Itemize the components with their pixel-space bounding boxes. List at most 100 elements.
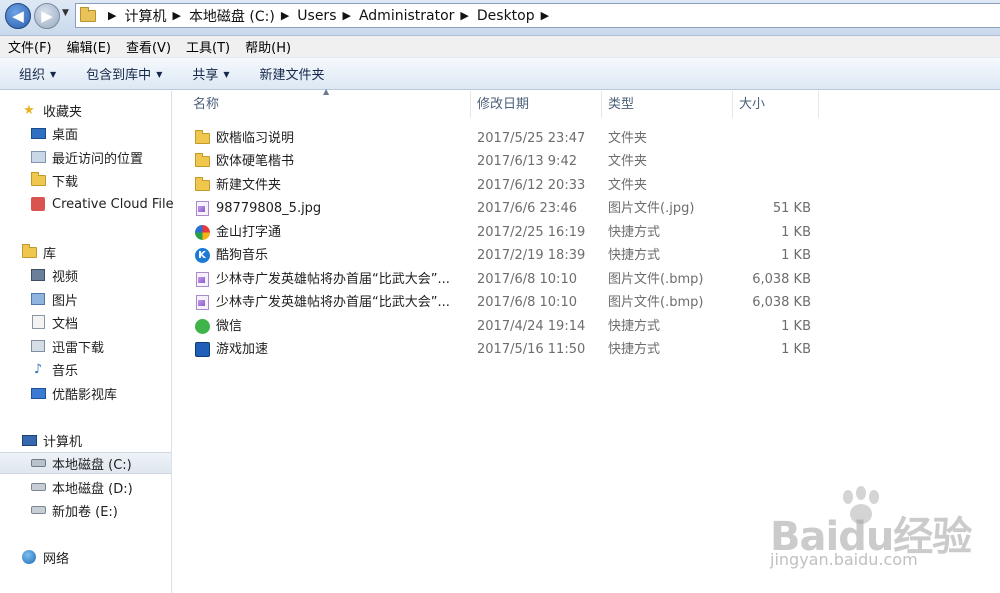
nav-item-thunder-downloads[interactable]: 迅雷下载 (0, 335, 171, 357)
nav-item-downloads[interactable]: 下载 (0, 169, 171, 191)
file-date: 2017/2/25 16:19 (477, 225, 586, 240)
file-size: 51 KB (772, 201, 811, 216)
file-row[interactable]: 金山打字通 2017/2/25 16:19 快捷方式 1 KB (186, 221, 826, 244)
computer-icon (21, 432, 37, 448)
nav-libraries[interactable]: 库 (0, 241, 171, 263)
forward-button[interactable]: ▶ (34, 3, 60, 29)
nav-item-videos[interactable]: 视频 (0, 264, 171, 286)
file-size: 6,038 KB (752, 272, 811, 287)
breadcrumb-separator[interactable]: ▶ (460, 9, 468, 22)
folder-icon (80, 6, 96, 22)
share-label: 共享 (192, 68, 219, 83)
file-row[interactable]: 少林寺广发英雄帖将办首届“比武大会”... 2017/6/8 10:10 图片文… (186, 268, 826, 291)
recent-pages-dropdown[interactable]: ▼ (62, 8, 69, 18)
share-button[interactable]: 共享 ▼ (183, 64, 238, 83)
drive-icon (30, 455, 46, 471)
breadcrumb-users[interactable]: Users (297, 8, 336, 24)
file-name: 微信 (216, 319, 243, 334)
column-size[interactable]: 大小 (733, 91, 819, 118)
nav-item-label: 图片 (52, 293, 79, 309)
breadcrumb-separator[interactable]: ▶ (343, 9, 351, 22)
file-size: 1 KB (781, 248, 811, 263)
breadcrumb[interactable]: ▶ 计算机 ▶ 本地磁盘 (C:) ▶ Users ▶ Administrato… (75, 3, 1000, 28)
nav-item-label: 视频 (52, 269, 79, 285)
recent-places-icon (30, 149, 46, 165)
file-date: 2017/2/19 18:39 (477, 248, 586, 263)
column-name[interactable]: 名称 (187, 91, 471, 118)
wechat-icon (194, 319, 210, 335)
youku-library-icon (30, 385, 46, 401)
column-type[interactable]: 类型 (602, 91, 733, 118)
include-in-library-button[interactable]: 包含到库中 ▼ (77, 64, 171, 83)
file-type: 图片文件(.bmp) (608, 272, 704, 287)
file-name: 金山打字通 (216, 225, 282, 240)
nav-item-youku-library[interactable]: 优酷影视库 (0, 382, 171, 404)
nav-item-label: Creative Cloud Files (52, 196, 181, 212)
nav-item-drive-e[interactable]: 新加卷 (E:) (0, 499, 171, 521)
game-accelerator-icon (194, 342, 210, 358)
column-date-modified[interactable]: 修改日期 (471, 91, 602, 118)
folder-icon (194, 177, 210, 194)
file-row[interactable]: K 酷狗音乐 2017/2/19 18:39 快捷方式 1 KB (186, 244, 826, 267)
menu-file[interactable]: 文件(F) (0, 37, 59, 56)
nav-item-label: 下载 (52, 174, 79, 190)
breadcrumb-separator[interactable]: ▶ (108, 9, 116, 22)
nav-item-label: 桌面 (52, 127, 79, 143)
file-row[interactable]: 新建文件夹 2017/6/12 20:33 文件夹 (186, 174, 826, 197)
nav-item-desktop[interactable]: 桌面 (0, 122, 171, 144)
network-icon (21, 549, 37, 565)
breadcrumb-separator[interactable]: ▶ (541, 9, 549, 22)
nav-item-label: 音乐 (52, 363, 79, 379)
nav-item-label: 迅雷下载 (52, 340, 105, 356)
nav-libraries-label: 库 (43, 246, 57, 262)
breadcrumb-desktop[interactable]: Desktop (477, 8, 535, 24)
nav-favorites[interactable]: ★ 收藏夹 (0, 99, 171, 121)
breadcrumb-separator[interactable]: ▶ (281, 9, 289, 22)
nav-item-label: 新加卷 (E:) (52, 504, 118, 520)
nav-item-documents[interactable]: 文档 (0, 311, 171, 333)
baidu-jingyan-watermark: Baidu经验 jingyan.baidu.com (760, 482, 990, 582)
file-date: 2017/4/24 19:14 (477, 319, 586, 334)
file-row[interactable]: 欧体硬笔楷书 2017/6/13 9:42 文件夹 (186, 150, 826, 173)
downloads-folder-icon (30, 171, 46, 188)
nav-item-drive-d[interactable]: 本地磁盘 (D:) (0, 476, 171, 498)
nav-item-music[interactable]: ♪ 音乐 (0, 358, 171, 380)
new-folder-button[interactable]: 新建文件夹 (251, 64, 334, 83)
chevron-down-icon: ▼ (223, 70, 230, 79)
menu-view[interactable]: 查看(V) (118, 37, 178, 56)
menu-help[interactable]: 帮助(H) (237, 37, 298, 56)
back-button[interactable]: ◀ (5, 3, 31, 29)
kugou-music-icon: K (194, 248, 210, 264)
file-type: 快捷方式 (608, 342, 661, 357)
menu-edit[interactable]: 编辑(E) (59, 37, 118, 56)
nav-item-label: 本地磁盘 (C:) (52, 457, 132, 473)
file-row[interactable]: 欧楷临习说明 2017/5/25 23:47 文件夹 (186, 127, 826, 150)
file-size (736, 150, 811, 173)
file-row[interactable]: 少林寺广发英雄帖将办首届“比武大会”... 2017/6/8 10:10 图片文… (186, 291, 826, 314)
file-row[interactable]: 98779808_5.jpg 2017/6/6 23:46 图片文件(.jpg)… (186, 197, 826, 220)
nav-item-pictures[interactable]: 图片 (0, 288, 171, 310)
breadcrumb-administrator[interactable]: Administrator (359, 8, 454, 24)
file-type: 快捷方式 (608, 225, 661, 240)
file-row[interactable]: 微信 2017/4/24 19:14 快捷方式 1 KB (186, 315, 826, 338)
music-icon: ♪ (33, 361, 43, 377)
drive-icon (30, 502, 46, 518)
breadcrumb-drive-c[interactable]: 本地磁盘 (C:) (189, 6, 275, 26)
nav-item-drive-c[interactable]: 本地磁盘 (C:) (0, 452, 171, 474)
nav-favorites-label: 收藏夹 (43, 104, 83, 120)
nav-network[interactable]: 网络 (0, 546, 171, 568)
nav-item-creative-cloud[interactable]: Creative Cloud Files (0, 193, 180, 215)
menu-tools[interactable]: 工具(T) (178, 37, 237, 56)
breadcrumb-computer[interactable]: 计算机 (124, 6, 166, 26)
nav-item-recent-places[interactable]: 最近访问的位置 (0, 146, 171, 168)
file-date: 2017/6/12 20:33 (477, 178, 586, 193)
creative-cloud-icon (30, 196, 46, 212)
chevron-down-icon: ▼ (50, 70, 57, 79)
breadcrumb-separator[interactable]: ▶ (172, 9, 180, 22)
watermark-url: jingyan.baidu.com (770, 550, 918, 569)
pictures-icon (30, 291, 46, 307)
file-row[interactable]: 游戏加速 2017/5/16 11:50 快捷方式 1 KB (186, 338, 826, 361)
image-file-icon (194, 272, 210, 288)
organize-button[interactable]: 组织 ▼ (10, 64, 65, 83)
nav-computer[interactable]: 计算机 (0, 429, 171, 451)
